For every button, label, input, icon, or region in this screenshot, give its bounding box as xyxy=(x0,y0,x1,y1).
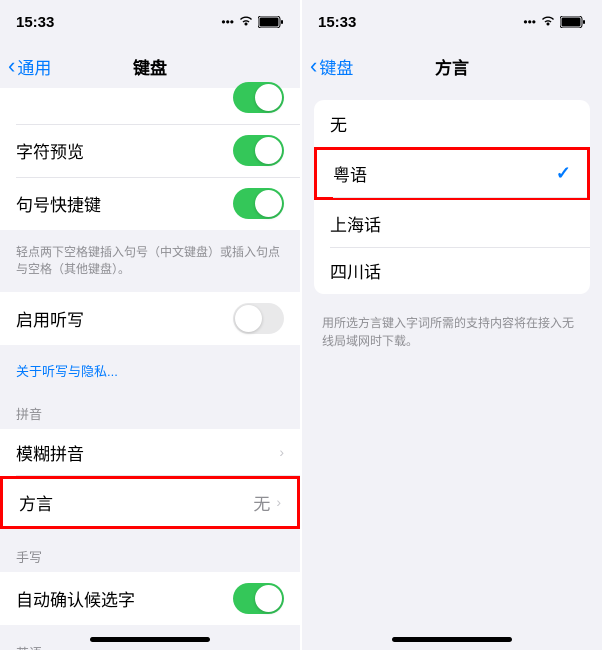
row-dialect-shanghainese[interactable]: 上海话 xyxy=(314,200,590,247)
settings-group-dictation: 启用听写 xyxy=(0,292,300,345)
battery-icon xyxy=(560,16,586,28)
toggles-footer: 轻点两下空格键插入句号（中文键盘）或插入句点与空格（其他键盘）。 xyxy=(0,238,300,292)
nav-back-button[interactable]: ‹ 通用 xyxy=(8,53,51,79)
pinyin-header: 拼音 xyxy=(0,394,300,429)
wifi-icon xyxy=(540,15,556,30)
enable-dictation-label: 启用听写 xyxy=(16,306,84,331)
phone-right: 15:33 ••• ‹ 键盘 方言 无 粤语 ✓ 上 xyxy=(302,0,602,650)
toggle-switch[interactable] xyxy=(233,303,284,334)
dialect-sichuanese-label: 四川话 xyxy=(330,258,381,283)
dialect-label: 方言 xyxy=(19,490,53,515)
toggle-switch[interactable] xyxy=(233,82,284,113)
fuzzy-pinyin-label: 模糊拼音 xyxy=(16,440,84,465)
period-shortcut-label: 句号快捷键 xyxy=(16,191,101,216)
home-indicator[interactable] xyxy=(90,637,210,642)
settings-group-toggles: 字符预览 句号快捷键 xyxy=(0,78,300,230)
chevron-right-icon: › xyxy=(276,494,281,510)
dialect-options-group: 无 粤语 ✓ 上海话 四川话 xyxy=(314,100,590,294)
dialect-none-label: 无 xyxy=(330,111,347,136)
nav-title: 键盘 xyxy=(133,54,167,79)
nav-back-button[interactable]: ‹ 键盘 xyxy=(310,53,353,79)
nav-back-label: 键盘 xyxy=(319,54,353,79)
char-preview-label: 字符预览 xyxy=(16,138,84,163)
toggle-switch[interactable] xyxy=(233,583,284,614)
phone-left: 15:33 ••• ‹ 通用 键盘 字符预览 xyxy=(0,0,300,650)
status-time: 15:33 xyxy=(16,14,54,31)
toggle-switch[interactable] xyxy=(233,135,284,166)
status-bar: 15:33 ••• xyxy=(302,0,602,44)
settings-group-pinyin: 模糊拼音 › 方言 无 › xyxy=(0,429,300,529)
row-fuzzy-pinyin[interactable]: 模糊拼音 › xyxy=(0,429,300,476)
cellular-icon: ••• xyxy=(523,15,536,29)
dialect-shanghainese-label: 上海话 xyxy=(330,211,381,236)
row-period-shortcut[interactable]: 句号快捷键 xyxy=(0,177,300,230)
row-dialect[interactable]: 方言 无 › xyxy=(0,476,300,529)
status-icons: ••• xyxy=(523,15,586,30)
row-partial-toggle[interactable] xyxy=(0,78,300,124)
wifi-icon xyxy=(238,15,254,30)
dialect-footer: 用所选方言键入字词所需的支持内容将在接入无线局域网时下载。 xyxy=(302,306,602,358)
cellular-icon: ••• xyxy=(221,15,234,29)
home-indicator[interactable] xyxy=(392,637,512,642)
dialect-cantonese-label: 粤语 xyxy=(333,161,367,186)
settings-group-handwriting: 自动确认候选字 xyxy=(0,572,300,625)
row-char-preview[interactable]: 字符预览 xyxy=(0,124,300,177)
nav-title: 方言 xyxy=(435,54,469,79)
nav-bar: ‹ 键盘 方言 xyxy=(302,44,602,88)
chevron-left-icon: ‹ xyxy=(8,53,15,79)
row-dialect-none[interactable]: 无 xyxy=(314,100,590,147)
checkmark-icon: ✓ xyxy=(556,163,571,184)
status-time: 15:33 xyxy=(318,14,356,31)
status-icons: ••• xyxy=(221,15,284,30)
chevron-right-icon: › xyxy=(279,444,284,460)
row-enable-dictation[interactable]: 启用听写 xyxy=(0,292,300,345)
toggle-switch[interactable] xyxy=(233,188,284,219)
status-bar: 15:33 ••• xyxy=(0,0,300,44)
row-auto-confirm[interactable]: 自动确认候选字 xyxy=(0,572,300,625)
nav-back-label: 通用 xyxy=(17,54,51,79)
chevron-left-icon: ‹ xyxy=(310,53,317,79)
dialect-content: 无 粤语 ✓ 上海话 四川话 用所选方言键入字词所需的支持内容将在接入无线局域网… xyxy=(302,100,602,358)
dictation-privacy-link[interactable]: 关于听写与隐私... xyxy=(0,353,300,394)
auto-confirm-label: 自动确认候选字 xyxy=(16,586,135,611)
handwriting-header: 手写 xyxy=(0,537,300,572)
settings-content: 字符预览 句号快捷键 轻点两下空格键插入句号（中文键盘）或插入句点与空格（其他键… xyxy=(0,78,300,650)
row-dialect-cantonese[interactable]: 粤语 ✓ xyxy=(314,147,590,200)
row-dialect-sichuanese[interactable]: 四川话 xyxy=(314,247,590,294)
battery-icon xyxy=(258,16,284,28)
dialect-value: 无 xyxy=(253,490,270,515)
